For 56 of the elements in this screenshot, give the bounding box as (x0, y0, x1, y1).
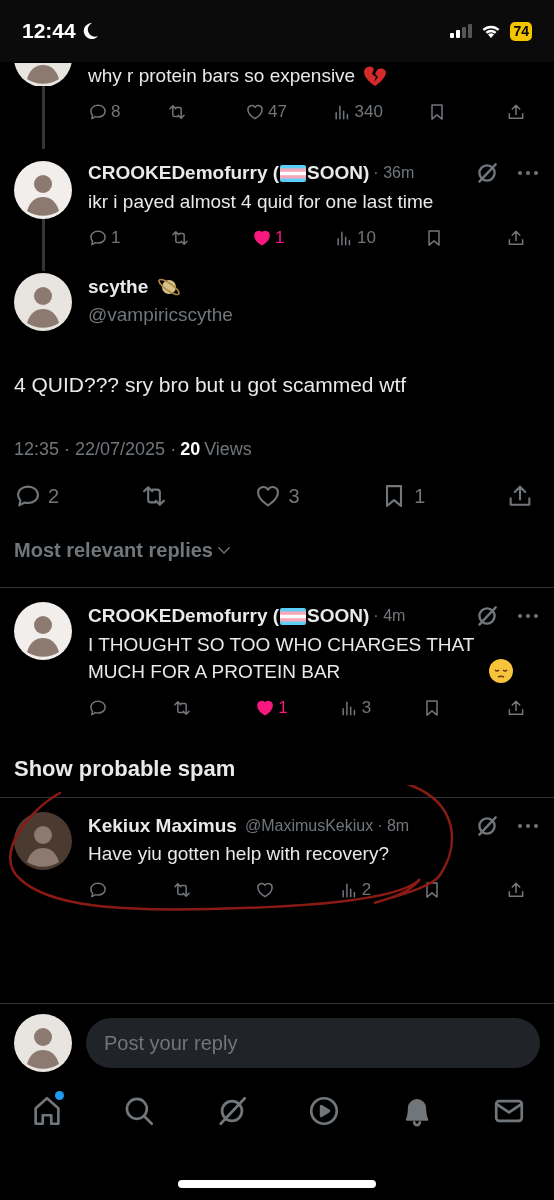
views-button[interactable]: 2 (338, 877, 373, 903)
like-button[interactable]: 1 (255, 694, 290, 721)
views-button[interactable]: 3 (338, 694, 373, 721)
repost-icon (171, 880, 192, 900)
post-text: 4 QUID??? sry bro but u got scammed wtf (13, 371, 408, 398)
avatar[interactable] (14, 602, 72, 660)
spam-toggle[interactable]: Show probable spam (0, 740, 554, 797)
repost-icon (166, 102, 187, 122)
user-name[interactable]: Kekiux Maximus (88, 811, 237, 840)
user-name-suffix[interactable]: SOON) (307, 159, 370, 188)
reply-button[interactable]: 1 (88, 224, 122, 251)
battery-level: 74 (510, 21, 532, 41)
avatar[interactable] (14, 272, 72, 331)
avatar[interactable] (14, 62, 72, 86)
broken-heart-icon (363, 64, 388, 87)
reply-field[interactable]: Post your reply (86, 1018, 540, 1068)
post-text: I THOUGHT SO TOO WHO CHARGES THAT MUCH FOR A PROTEIN BAR (88, 632, 476, 684)
user-handle[interactable]: @MaximusKekiux (244, 813, 374, 838)
view-count: 20 (180, 438, 201, 461)
heart-icon (255, 880, 276, 900)
reply-icon (88, 880, 108, 900)
notification-dot (55, 1091, 64, 1100)
like-button[interactable]: 47 (245, 99, 287, 125)
like-button[interactable]: 3 (254, 481, 300, 511)
timestamp: · 8m (377, 815, 410, 836)
signal-icon (450, 24, 473, 38)
timestamp: · 4m (373, 606, 406, 627)
views-label: Views (204, 438, 252, 461)
flag-icon (280, 607, 307, 625)
heart-icon (245, 102, 266, 122)
clock: 12:44 (22, 18, 76, 45)
post-text: why r protein bars so expensive (88, 64, 356, 88)
emoji-icon (488, 657, 514, 684)
like-button[interactable]: 1 (252, 224, 287, 251)
flag-icon (280, 164, 307, 182)
avatar[interactable] (14, 1014, 72, 1072)
views-button[interactable]: 340 (331, 99, 383, 125)
timestamp: · 36m (373, 163, 415, 184)
user-name[interactable]: CROOKEDemofurry ( (88, 602, 280, 631)
user-handle[interactable]: @vampiricscythe (88, 301, 540, 330)
reply-button[interactable]: 8 (88, 99, 122, 125)
bookmark-button[interactable]: 1 (380, 481, 426, 511)
user-name-suffix[interactable]: SOON) (307, 602, 370, 631)
post-time: 12:35 · 22/07/2025 · (14, 438, 177, 461)
post-text: ikr i payed almost 4 quid for one last time (88, 189, 434, 214)
views-button[interactable]: 10 (334, 224, 376, 251)
more-icon[interactable] (516, 612, 540, 621)
post-text: Have yiu gotten help with recovery? (88, 842, 389, 866)
reply-button[interactable]: 2 (14, 481, 60, 511)
more-icon[interactable] (516, 169, 540, 178)
avatar[interactable] (14, 161, 72, 219)
more-icon[interactable] (516, 821, 540, 830)
sort-dropdown[interactable]: Most relevant replies (0, 525, 554, 587)
reply-icon (88, 102, 108, 122)
user-name[interactable]: CROOKEDemofurry ( (88, 159, 280, 188)
user-name[interactable]: scythe (88, 272, 149, 301)
